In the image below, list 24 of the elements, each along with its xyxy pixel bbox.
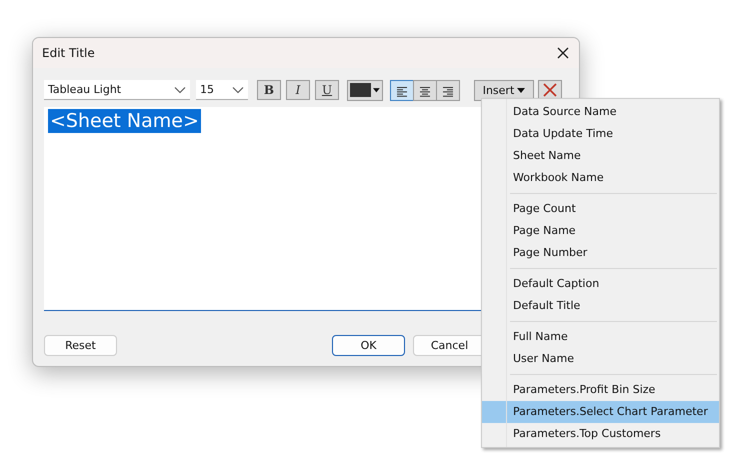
menu-item[interactable]: Parameters.Top Customers: [482, 423, 719, 445]
font-size-dropdown[interactable]: 15: [196, 80, 248, 100]
delete-button[interactable]: [538, 80, 562, 100]
align-button[interactable]: [436, 80, 460, 100]
caret-icon: [517, 88, 526, 92]
font-dropdown[interactable]: Tableau Light: [44, 80, 190, 100]
align-button[interactable]: [413, 80, 437, 100]
format-button[interactable]: B: [257, 80, 281, 100]
close-icon[interactable]: [557, 47, 569, 59]
caret-icon: [373, 88, 380, 92]
title-text: <Sheet Name>: [48, 109, 201, 133]
align-button[interactable]: [390, 80, 414, 100]
format-button[interactable]: I: [286, 80, 310, 100]
chevron-down-icon: [232, 86, 244, 94]
format-button[interactable]: U: [315, 80, 339, 100]
chevron-down-icon: [174, 86, 186, 94]
text-color-button[interactable]: [347, 80, 383, 100]
ok-button[interactable]: OK: [332, 335, 405, 356]
menu-item[interactable]: Parameters.Select Chart Parameter: [482, 401, 719, 423]
delete-icon: [543, 83, 557, 97]
insert-button[interactable]: Insert: [474, 80, 534, 100]
window-title: Edit Title: [42, 46, 96, 60]
menu-item[interactable]: Parameters.Profit Bin Size: [482, 379, 719, 401]
reset-button[interactable]: Reset: [44, 335, 117, 356]
